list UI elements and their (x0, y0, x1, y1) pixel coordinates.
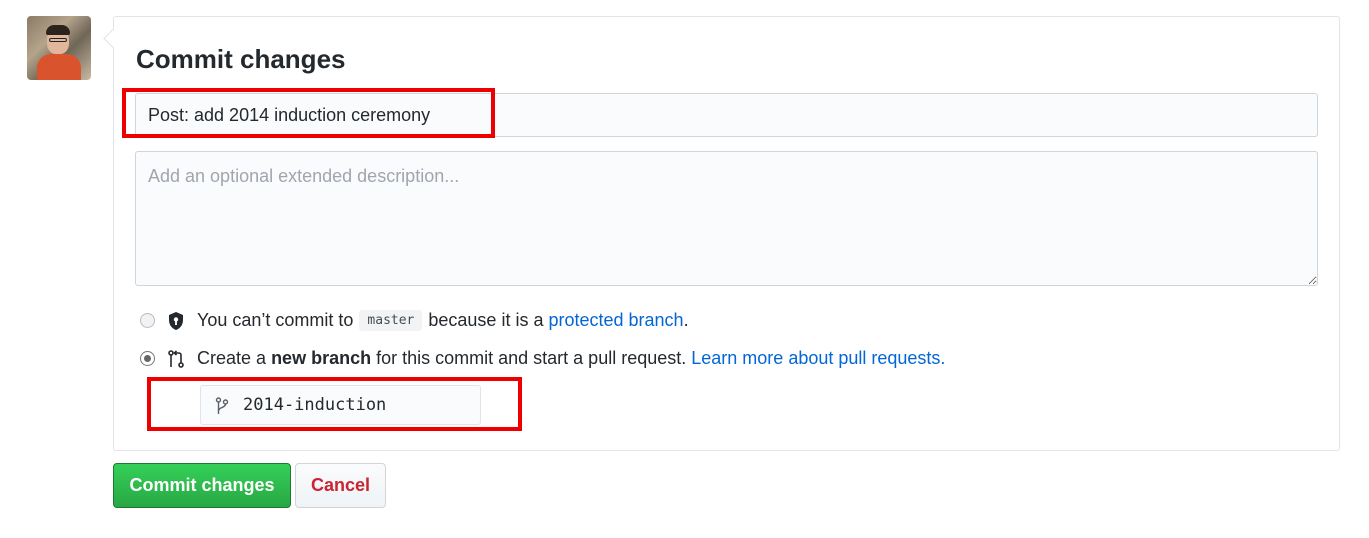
protected-branch-link[interactable]: protected branch (548, 310, 683, 331)
pull-request-icon (168, 349, 184, 368)
commit-summary-input[interactable] (135, 93, 1318, 137)
user-avatar[interactable] (27, 16, 91, 80)
option-direct-text-after: because it is a (428, 310, 544, 330)
learn-more-pull-requests-link[interactable]: Learn more about pull requests. (691, 348, 945, 369)
git-branch-icon (215, 397, 229, 414)
option-direct-text: You can’t commit to (197, 310, 354, 330)
cancel-button[interactable]: Cancel (295, 463, 386, 508)
branch-code-master: master (359, 310, 423, 331)
option-new-branch[interactable]: Create a new branch for this commit and … (140, 348, 945, 369)
avatar-glasses (49, 38, 67, 42)
option-new-branch-text: Create a (197, 348, 267, 368)
option-new-branch-emphasis: new branch (271, 348, 372, 368)
option-commit-direct[interactable]: You can’t commit to master because it is… (140, 310, 689, 331)
branch-name-field[interactable] (200, 385, 481, 425)
commit-changes-button[interactable]: Commit changes (113, 463, 291, 508)
avatar-hair (46, 25, 70, 35)
radio-new-branch[interactable] (140, 351, 155, 366)
form-title: Commit changes (136, 44, 346, 74)
avatar-shirt (37, 54, 81, 80)
option-direct-period: . (683, 310, 689, 330)
shield-lock-icon (169, 311, 183, 330)
branch-name-input[interactable] (243, 386, 473, 424)
radio-commit-direct[interactable] (140, 313, 155, 328)
option-new-branch-text-after: for this commit and start a pull request… (376, 348, 687, 368)
commit-description-textarea[interactable] (135, 151, 1318, 286)
